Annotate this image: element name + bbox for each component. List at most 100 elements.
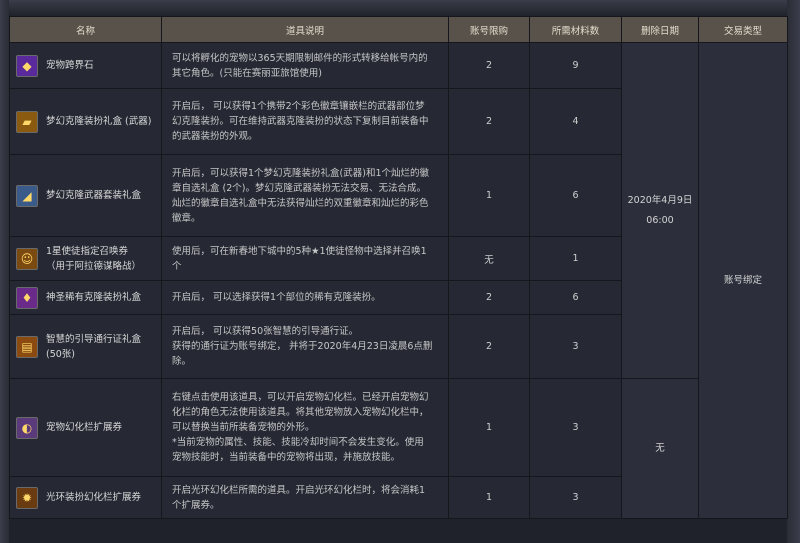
item-description-line: 化栏的角色无法使用该道具。将其他宠物放入宠物幻化栏中， [172, 407, 429, 418]
account-limit-cell: 2 [448, 280, 530, 315]
item-name: 光环装扮幻化栏扩展券 [46, 490, 141, 505]
item-name-wrap: ▰ 梦幻克隆装扮礼盒 (武器) [10, 110, 161, 133]
item-description-line: 开启后， 可以获得50张智慧的引导通行证。 [172, 326, 359, 337]
item-description: 开启后， 可以获得50张智慧的引导通行证。获得的通行证为账号绑定， 并将于202… [161, 314, 449, 379]
item-name-wrap: ▤ 智慧的引导通行证礼盒 (50张) [10, 332, 161, 362]
table-row: ◐ 宠物幻化栏扩展券 右键点击使用该道具，可以开启宠物幻化栏。已经开启宠物幻 化栏的角… [9, 378, 788, 519]
item-name-line: 宠物跨界石 [46, 60, 94, 71]
pet-expand-icon: ◐ [16, 416, 38, 439]
item-description-line: 开启光环幻化栏所需的道具。开启光环幻化栏时，将会消耗1 [172, 484, 426, 496]
item-description-line: 其它角色。(只能在赛丽亚旅馆使用) [172, 67, 322, 79]
account-limit-cell: 2 [448, 314, 530, 379]
delete-date-text: 2020年4月9日 [627, 194, 693, 206]
item-table: 名称 道具说明 账号限购 所需材料数 删除日期 交易类型 ◆ 宠物跨界石 可以将孵化… [9, 16, 788, 519]
item-name-cell: ☺ 1星使徒指定召唤券 （用于阿拉德谋略战） [9, 236, 162, 281]
item-name-line: 1星使徒指定召唤券 [46, 245, 129, 257]
item-name-line: 梦幻克隆武器套装礼盒 [46, 190, 142, 201]
pet-stone-icon: ◆ [16, 54, 38, 77]
material-count-cell: 4 [529, 88, 622, 155]
item-name-wrap: ✹ 光环装扮幻化栏扩展券 [10, 486, 161, 509]
weapon-set-icon: ◢ [16, 184, 38, 207]
delete-date-cell: 2020年4月9日 06:00 [621, 42, 699, 379]
item-name: 宠物跨界石 [46, 58, 94, 73]
material-count-cell: 3 [529, 378, 622, 477]
item-description: 右键点击使用该道具，可以开启宠物幻化栏。已经开启宠物幻 化栏的角色无法使用该道具。… [161, 378, 449, 477]
weapon-box-icon: ▰ [16, 110, 38, 133]
right-frame-border [787, 0, 800, 543]
item-name-cell: ✹ 光环装扮幻化栏扩展券 [9, 476, 162, 519]
header-account-limit: 账号限购 [448, 16, 530, 43]
item-name-wrap: ☺ 1星使徒指定召唤券 （用于阿拉德谋略战） [10, 244, 161, 274]
item-description-line: 可以将孵化的宠物以365天期限制邮件的形式转移给帐号内的 [172, 52, 428, 64]
item-name-line: 梦幻克隆装扮礼盒 (武器) [46, 116, 152, 127]
item-name-cell: ♦ 神圣稀有克隆装扮礼盒 [9, 280, 162, 315]
account-limit-cell: 无 [448, 236, 530, 281]
item-name-wrap: ♦ 神圣稀有克隆装扮礼盒 [10, 286, 161, 309]
material-count-cell: 9 [529, 42, 622, 89]
item-name-wrap: ◆ 宠物跨界石 [10, 54, 161, 77]
item-name-cell: ◆ 宠物跨界石 [9, 42, 162, 89]
item-description-line: *当前宠物的属性、技能、技能冷却时间不会发生变化。使用 [172, 437, 424, 448]
item-description-line: 右键点击使用该道具，可以开启宠物幻化栏。已经开启宠物幻 [172, 392, 429, 403]
item-name-cell: ◐ 宠物幻化栏扩展券 [9, 378, 162, 477]
material-count-cell: 6 [529, 280, 622, 315]
item-name-line: 神圣稀有克隆装扮礼盒 [46, 292, 142, 303]
material-count-cell: 3 [529, 476, 622, 519]
item-description: 开启后， 可以获得1个携带2个彩色徽章镶嵌栏的武器部位梦 幻克隆装扮。可在维持武器… [161, 88, 449, 155]
item-description: 可以将孵化的宠物以365天期限制邮件的形式转移给帐号内的 其它角色。(只能在赛丽亚… [161, 42, 449, 89]
material-count-cell: 1 [529, 236, 622, 281]
rare-clone-box-icon: ♦ [16, 286, 38, 309]
item-description-line: 灿烂的徽章自选礼盒中无法获得灿烂的双重徽章和灿烂的彩色 [172, 197, 429, 209]
item-description-line: 的武器装扮的外观。 [172, 131, 258, 142]
item-description-line: 幻克隆装扮。可在维持武器克隆装扮的状态下复制目前装备中 [172, 116, 429, 127]
item-description-line: 获得的通行证为账号绑定， 并将于2020年4月23日凌晨6点删 [172, 341, 433, 352]
pass-box-icon: ▤ [16, 335, 38, 358]
header-delete-date: 删除日期 [621, 16, 699, 43]
item-name-cell: ◢ 梦幻克隆武器套装礼盒 [9, 154, 162, 237]
item-description-line: 个扩展券。 [172, 499, 220, 511]
item-description: 开启后，可以获得1个梦幻克隆装扮礼盒(武器)和1个灿烂的徽 章自选礼盒 (2个)。… [161, 154, 449, 237]
item-name-line: 光环装扮幻化栏扩展券 [46, 492, 142, 503]
item-description-line: 开启后， 可以选择获得1个部位的稀有克隆装扮。 [172, 292, 381, 303]
item-description-line: 使用后，可在新春地下城中的5种★1使徒怪物中选择并召唤1 [172, 245, 427, 257]
table-row: ◆ 宠物跨界石 可以将孵化的宠物以365天期限制邮件的形式转移给帐号内的 其它角色。(… [9, 42, 788, 519]
item-name: 梦幻克隆武器套装礼盒 [46, 188, 141, 203]
item-description-line: 可以替换当前所装备宠物的外形。 [172, 422, 315, 433]
item-name-cell: ▤ 智慧的引导通行证礼盒 (50张) [9, 314, 162, 379]
material-count-cell: 6 [529, 154, 622, 237]
item-description: 使用后，可在新春地下城中的5种★1使徒怪物中选择并召唤1 个 [161, 236, 449, 281]
summon-ticket-icon: ☺ [16, 247, 38, 270]
item-name: 智慧的引导通行证礼盒 (50张) [46, 332, 141, 362]
material-count-cell: 3 [529, 314, 622, 379]
item-description-line: 个 [172, 260, 182, 272]
delete-date-time: 06:00 [646, 214, 674, 226]
item-name: 梦幻克隆装扮礼盒 (武器) [46, 114, 151, 129]
header-material-count: 所需材料数 [529, 16, 622, 43]
header-description: 道具说明 [161, 16, 449, 43]
header-name: 名称 [9, 16, 162, 43]
item-description: 开启光环幻化栏所需的道具。开启光环幻化栏时，将会消耗1 个扩展券。 [161, 476, 449, 519]
account-limit-cell: 1 [448, 154, 530, 237]
item-description: 开启后， 可以选择获得1个部位的稀有克隆装扮。 [161, 280, 449, 315]
item-description-line: 开启后， 可以获得1个携带2个彩色徽章镶嵌栏的武器部位梦 [172, 101, 425, 112]
item-name-line: (50张) [46, 348, 76, 360]
item-name-wrap: ◢ 梦幻克隆武器套装礼盒 [10, 184, 161, 207]
item-name-cell: ▰ 梦幻克隆装扮礼盒 (武器) [9, 88, 162, 155]
item-name-wrap: ◐ 宠物幻化栏扩展券 [10, 416, 161, 439]
item-name-line: 智慧的引导通行证礼盒 [46, 333, 142, 345]
item-description-line: 宠物技能时，当前装备中的宠物将出现，并施放技能。 [172, 452, 401, 463]
item-description-line: 徽章。 [172, 212, 201, 224]
item-name: 1星使徒指定召唤券 （用于阿拉德谋略战） [46, 244, 141, 274]
account-limit-cell: 2 [448, 88, 530, 155]
trade-type-cell: 账号绑定 [698, 42, 788, 519]
table-header-row: 名称 道具说明 账号限购 所需材料数 删除日期 交易类型 [9, 16, 788, 43]
account-limit-cell: 1 [448, 378, 530, 477]
account-limit-cell: 2 [448, 42, 530, 89]
item-name-line: 宠物幻化栏扩展券 [46, 422, 123, 433]
item-name: 宠物幻化栏扩展券 [46, 420, 122, 435]
item-description-line: 除。 [172, 356, 192, 367]
account-limit-cell: 1 [448, 476, 530, 519]
item-description-line: 章自选礼盒 (2个)。梦幻克隆武器装扮无法交易、无法合成。 [172, 182, 426, 194]
item-name-line: （用于阿拉德谋略战） [46, 260, 142, 272]
item-name: 神圣稀有克隆装扮礼盒 [46, 290, 141, 305]
